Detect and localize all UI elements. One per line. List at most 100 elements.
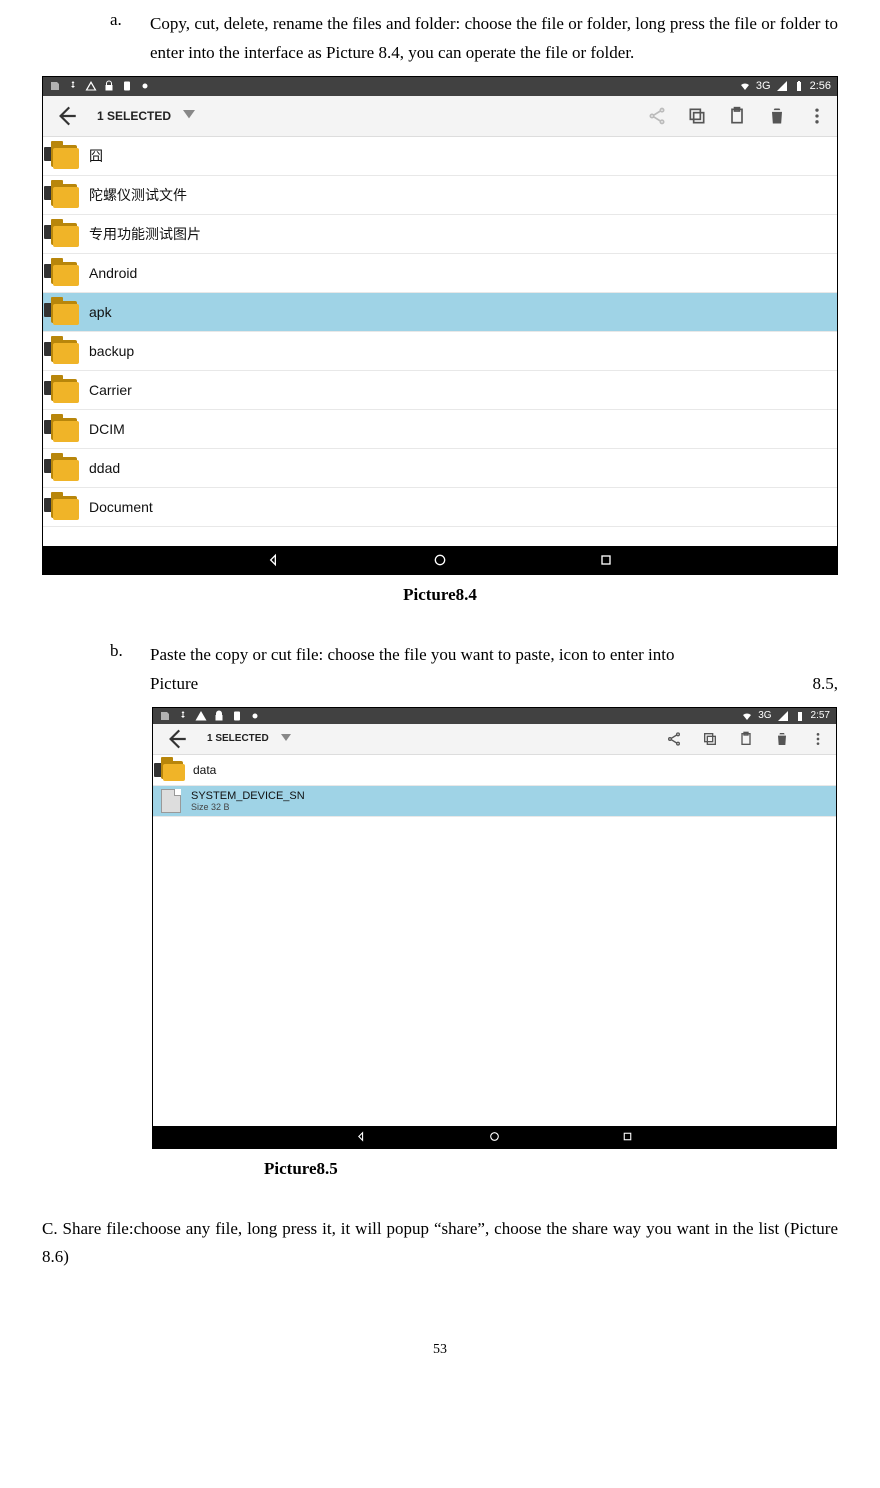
list-item[interactable]: DCIM xyxy=(43,410,837,449)
selection-toolbar: 1 SELECTED xyxy=(153,724,836,755)
selected-count: 1 SELECTED xyxy=(97,109,171,123)
folder-label: Document xyxy=(89,499,153,515)
wifi-icon xyxy=(741,710,753,722)
status-bar: 3G 2:57 xyxy=(153,708,836,724)
folder-label: apk xyxy=(89,304,112,320)
folder-icon xyxy=(51,496,77,518)
screenshot-8-4: 3G 2:56 1 SELECTED 囧陀螺仪测试文件专用功能测试图片 Andro… xyxy=(42,76,838,575)
share-icon[interactable] xyxy=(666,731,682,747)
nav-back-icon[interactable] xyxy=(355,1130,368,1143)
folder-icon xyxy=(51,262,77,284)
list-item[interactable]: SYSTEM_DEVICE_SNSize 32 B xyxy=(153,786,836,817)
folder-label: backup xyxy=(89,343,134,359)
lock-icon xyxy=(103,80,115,92)
signal-icon xyxy=(777,710,789,722)
lock-icon xyxy=(213,710,225,722)
nav-bar xyxy=(43,546,837,574)
folder-label: 囧 xyxy=(89,146,103,166)
list-item[interactable]: Carrier xyxy=(43,371,837,410)
nav-recents-icon[interactable] xyxy=(598,552,614,568)
nosim-icon xyxy=(159,710,171,722)
paste-icon[interactable] xyxy=(727,106,747,126)
sd-icon xyxy=(121,80,133,92)
folder-icon xyxy=(51,418,77,440)
bug-icon xyxy=(249,710,261,722)
folder-label: ddad xyxy=(89,460,120,476)
list-item[interactable]: apk xyxy=(43,293,837,332)
paste-icon[interactable] xyxy=(738,731,754,747)
nav-home-icon[interactable] xyxy=(432,552,448,568)
folder-icon xyxy=(51,223,77,245)
figure-caption-8-4: Picture8.4 xyxy=(42,585,838,605)
delete-icon[interactable] xyxy=(774,731,790,747)
folder-label: DCIM xyxy=(89,421,125,437)
signal-icon xyxy=(776,80,788,92)
nav-back-icon[interactable] xyxy=(266,552,282,568)
share-icon[interactable] xyxy=(647,106,667,126)
page-number: 53 xyxy=(42,1342,838,1358)
figure-caption-8-5: Picture8.5 xyxy=(264,1159,838,1179)
battery-icon xyxy=(794,710,806,722)
list-item[interactable]: ddad xyxy=(43,449,837,488)
file-icon xyxy=(161,789,181,813)
folder-icon xyxy=(51,145,77,167)
list-marker: a. xyxy=(110,10,150,68)
folder-icon xyxy=(51,301,77,323)
battery-icon xyxy=(793,80,805,92)
overflow-icon[interactable] xyxy=(807,106,827,126)
list-item-b: b. Paste the copy or cut file: choose th… xyxy=(110,641,838,699)
back-icon[interactable] xyxy=(163,726,189,752)
list-item[interactable]: Android xyxy=(43,254,837,293)
network-label: 3G xyxy=(758,710,771,721)
list-item-a: a. Copy, cut, delete, rename the files a… xyxy=(110,10,838,68)
folder-label: Carrier xyxy=(89,382,132,398)
folder-list[interactable]: 囧陀螺仪测试文件专用功能测试图片 Android apk backup Carrier D… xyxy=(43,137,837,527)
folder-icon xyxy=(51,340,77,362)
nosim-icon xyxy=(49,80,61,92)
clock-label: 2:57 xyxy=(811,710,830,721)
bug-icon xyxy=(139,80,151,92)
status-bar: 3G 2:56 xyxy=(43,77,837,96)
wifi-icon xyxy=(739,80,751,92)
list-item[interactable]: 专用功能测试图片 xyxy=(43,215,837,254)
clock-label: 2:56 xyxy=(810,80,831,92)
selected-count: 1 SELECTED xyxy=(207,733,269,744)
usb-icon xyxy=(177,710,189,722)
sd-icon xyxy=(231,710,243,722)
usb-icon xyxy=(67,80,79,92)
back-icon[interactable] xyxy=(53,103,79,129)
folder-label: 专用功能测试图片 xyxy=(89,224,201,244)
list-item[interactable]: data xyxy=(153,755,836,786)
list-item[interactable]: backup xyxy=(43,332,837,371)
list-item[interactable]: 陀螺仪测试文件 xyxy=(43,176,837,215)
folder-label: 陀螺仪测试文件 xyxy=(89,185,187,205)
list-text: Copy, cut, delete, rename the files and … xyxy=(150,10,838,68)
list-item[interactable]: Document xyxy=(43,488,837,527)
paragraph-c: C. Share file:choose any file, long pres… xyxy=(42,1215,838,1273)
file-name: SYSTEM_DEVICE_SN xyxy=(191,790,305,802)
dropdown-icon[interactable] xyxy=(183,110,195,122)
folder-icon xyxy=(51,457,77,479)
folder-icon xyxy=(161,761,183,779)
network-label: 3G xyxy=(756,80,771,92)
delete-icon[interactable] xyxy=(767,106,787,126)
list-marker: b. xyxy=(110,641,150,699)
nav-bar xyxy=(153,1126,836,1148)
overflow-icon[interactable] xyxy=(810,731,826,747)
nav-home-icon[interactable] xyxy=(488,1130,501,1143)
folder-icon xyxy=(51,184,77,206)
warning-icon xyxy=(195,710,207,722)
list-item[interactable]: 囧 xyxy=(43,137,837,176)
nav-recents-icon[interactable] xyxy=(621,1130,634,1143)
screenshot-8-5: 3G 2:57 1 SELECTED dataS xyxy=(152,707,837,1149)
dropdown-icon[interactable] xyxy=(281,734,291,744)
selection-toolbar: 1 SELECTED xyxy=(43,96,837,137)
copy-icon[interactable] xyxy=(687,106,707,126)
file-size: Size 32 B xyxy=(191,802,305,812)
folder-list[interactable]: data SYSTEM_DEVICE_SNSize 32 B xyxy=(153,755,836,817)
copy-icon[interactable] xyxy=(702,731,718,747)
folder-label: data xyxy=(193,763,216,777)
folder-icon xyxy=(51,379,77,401)
folder-label: Android xyxy=(89,265,137,281)
warning-icon xyxy=(85,80,97,92)
